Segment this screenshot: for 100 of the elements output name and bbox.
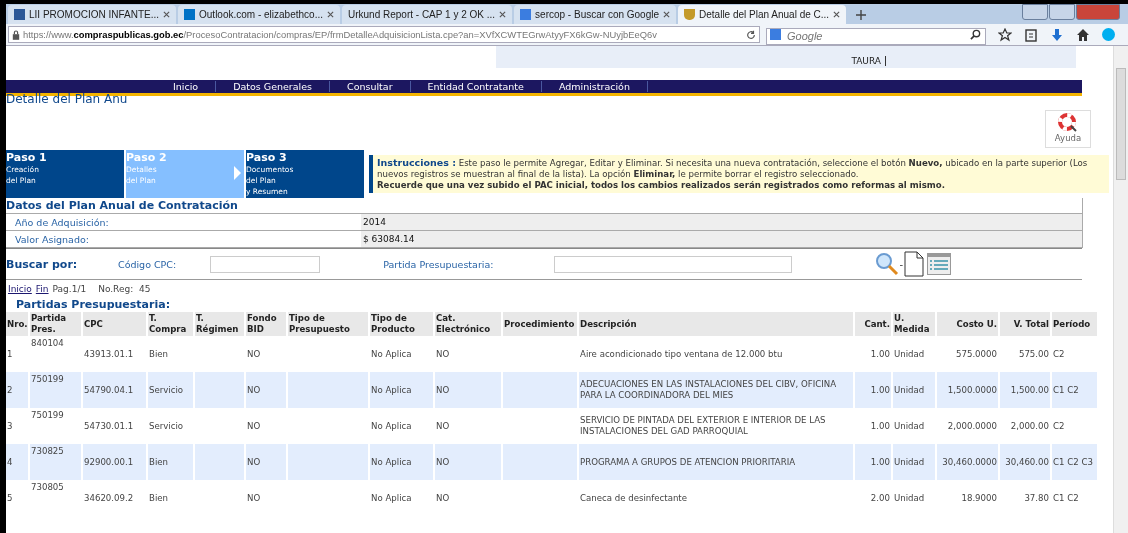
table-cell: 2 (7, 384, 13, 395)
table-cell: PROGRAMA A GRUPOS DE ATENCION PRIORITARIA (580, 456, 796, 467)
table-cell: NO (247, 420, 261, 431)
table-cell: 4 (7, 456, 13, 467)
nav-link[interactable]: Consultar (330, 81, 411, 92)
table-cell: NO (436, 420, 450, 431)
table-cell: 54790.04.1 (84, 384, 134, 395)
table-cell: 34620.09.2 (84, 492, 134, 503)
table-cell: Unidad (894, 456, 925, 467)
table-cell: 2.00 (870, 492, 890, 503)
nav-link[interactable]: Inicio (156, 81, 217, 92)
search-label: Buscar por: (6, 257, 79, 271)
table-title: Partidas Presupuestaria: (15, 298, 172, 312)
field-value: 2014 (361, 214, 1082, 230)
reload-icon[interactable] (746, 29, 756, 40)
clipboard-icon[interactable] (1024, 27, 1038, 42)
download-icon[interactable] (1050, 27, 1064, 42)
table-cell: 1,500.0000 (947, 384, 997, 395)
browser-tab[interactable]: Outlook.com - elizabethco... (178, 5, 340, 24)
table-cell: 750199 (31, 374, 64, 384)
table-cell: Bien (149, 456, 169, 467)
table-cell: Unidad (894, 420, 925, 431)
browser-tab[interactable]: Detalle del Plan Anual de C... (678, 5, 847, 24)
table-cell: Servicio (149, 420, 184, 431)
column-header[interactable]: Cant. (855, 312, 891, 336)
table-cell: 1,500.00 (1010, 384, 1049, 395)
maximize-button[interactable] (1049, 4, 1075, 20)
close-icon[interactable] (163, 11, 170, 18)
browser-tab[interactable]: sercop - Buscar con Google (514, 5, 677, 24)
lock-icon (12, 29, 20, 40)
table-cell: 730825 (31, 446, 64, 456)
nav-link[interactable]: Datos Generales (216, 81, 331, 92)
browser-tab[interactable]: LII PROMOCION INFANTE... (8, 5, 176, 24)
table-cell: 2,000.00 (1010, 420, 1049, 431)
new-document-icon[interactable] (904, 251, 925, 277)
table-cell: 840104 (31, 338, 64, 348)
table-cell: 575.0000 (956, 348, 997, 359)
column-header[interactable]: Descripción (579, 312, 853, 336)
column-header[interactable]: T. Compra (148, 312, 193, 336)
close-icon[interactable] (663, 11, 671, 18)
column-header[interactable]: Partida Pres. (30, 312, 81, 336)
column-header[interactable]: Nro. (6, 312, 28, 336)
instructions-note: Recuerde que una vez subido el PAC inicial, todos los cambios realizados serán registrados como reformas al mismo. (377, 180, 946, 191)
table-cell: C1 C2 (1053, 384, 1079, 395)
instructions-text: Instrucciones : Este paso le permite Agregar, Editar y Eliminar. Si necesita una nueva contratación, seleccione el botón Nuevo, ubicado en la parte superior (Los nuevos registros se muestran al final de la lista). La opción Eliminar, le permite borrar el registro seleccionado. (377, 157, 1089, 180)
lifebuoy-icon (1058, 113, 1078, 133)
pager-link[interactable]: Inicio (8, 284, 32, 294)
column-header[interactable]: U. Medida (893, 312, 935, 336)
table-cell: Unidad (894, 348, 925, 359)
column-header[interactable]: T. Régimen (195, 312, 244, 336)
column-header[interactable]: CPC (83, 312, 146, 336)
table-cell: 30,460.00 (1005, 456, 1049, 467)
column-header[interactable]: Tipo de Presupuesto (288, 312, 368, 336)
table-cell: 92900.00.1 (84, 456, 134, 467)
home-icon[interactable] (1076, 27, 1090, 42)
field-label: Año de Adquisición: (14, 216, 110, 228)
column-header[interactable]: Fondo BID (246, 312, 286, 336)
nav-link[interactable]: Administración (541, 81, 648, 92)
table-cell: No Aplica (371, 348, 412, 359)
table-cell: Aire acondicionado tipo ventana de 12.000 btu (580, 348, 783, 359)
table-cell: NO (436, 384, 450, 395)
table-cell: 1.00 (870, 420, 890, 431)
pager-link[interactable]: Fin (35, 284, 49, 294)
table-cell: 575.00 (1018, 348, 1049, 359)
table-cell: 730805 (31, 482, 64, 492)
table-cell: C2 (1053, 420, 1065, 431)
nav-link[interactable]: Entidad Contratante (410, 81, 542, 92)
scrollbar[interactable] (1113, 46, 1128, 533)
input-field[interactable] (210, 255, 321, 273)
table-cell: 2,000.0000 (947, 420, 997, 431)
column-header[interactable]: Cat. Electrónico (435, 312, 501, 336)
table-cell: 3 (7, 420, 13, 431)
address-bar[interactable]: https://www.compraspublicas.gob.ec/ProcesoContratacion/compras/EP/frmDetalleAdquisicionLista.cpe?an=XVfXCWTEGrwAtyyFX6kGw-NUyjbEeQ6v (8, 26, 760, 43)
new-tab-icon[interactable] (856, 10, 867, 20)
close-icon[interactable] (326, 11, 334, 18)
search-field[interactable]: Google (766, 27, 986, 45)
column-header[interactable]: Procedimiento (503, 312, 577, 336)
table-cell: 54730.01.1 (84, 420, 134, 431)
table-cell: NO (436, 492, 450, 503)
close-icon[interactable] (833, 11, 841, 18)
bookmark-star-icon[interactable] (998, 27, 1012, 42)
column-header[interactable]: V. Total (1000, 312, 1050, 336)
input-field[interactable] (553, 255, 792, 273)
field-label: Valor Asignado: (14, 233, 90, 245)
page-indicator: Pag.1/1 (52, 284, 87, 294)
list-icon[interactable] (927, 253, 952, 275)
table-cell: No Aplica (371, 456, 412, 467)
column-header[interactable]: Período (1052, 312, 1097, 336)
table-cell: 37.80 (1024, 492, 1049, 503)
browser-tab[interactable]: Urkund Report - CAP 1 y 2 OK ... (341, 5, 513, 24)
search-icon[interactable] (970, 29, 981, 40)
close-icon[interactable] (499, 11, 507, 18)
user-label: TAURA (851, 56, 886, 66)
table-cell: NO (247, 348, 261, 359)
column-header[interactable]: Costo U. (937, 312, 998, 336)
help-button[interactable]: Ayuda (1045, 110, 1091, 148)
shield-icon (684, 9, 696, 20)
column-header[interactable]: Tipo de Producto (370, 312, 433, 336)
minimize-button[interactable] (1022, 4, 1048, 20)
table-cell: Unidad (894, 384, 925, 395)
